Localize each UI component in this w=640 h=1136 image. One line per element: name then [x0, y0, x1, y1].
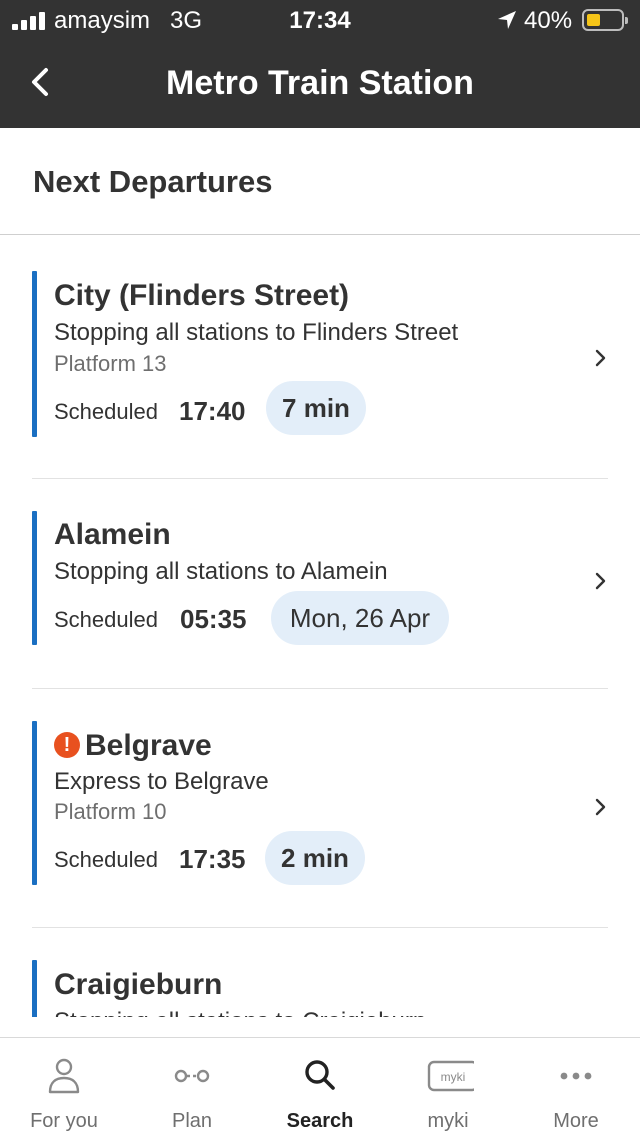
- scheduled-time: 17:35: [179, 844, 246, 874]
- countdown-pill: 7 min: [266, 381, 366, 435]
- destination-name: Craigieburn: [54, 968, 223, 1001]
- tab-label: For you: [30, 1110, 98, 1132]
- myki-card-text: myki: [441, 1070, 466, 1084]
- scheduled-time: 05:35: [180, 604, 247, 634]
- departure-card[interactable]: City (Flinders Street) Stopping all stat…: [32, 271, 608, 437]
- scheduled-label: Scheduled: [54, 399, 158, 424]
- person-icon: [48, 1058, 80, 1094]
- tab-bar: For you Plan Search myki myki More: [0, 1037, 640, 1136]
- myki-card-icon: myki: [427, 1060, 474, 1092]
- search-icon: [305, 1060, 335, 1090]
- platform-label: Platform 13: [54, 351, 167, 376]
- service-description: Express to Belgrave: [54, 768, 269, 795]
- route-icon: [174, 1069, 210, 1083]
- top-bar: amaysim 3G 17:34 40% Metro Train Station: [0, 0, 640, 128]
- departures-list[interactable]: City (Flinders Street) Stopping all stat…: [0, 235, 640, 1017]
- location-arrow-icon: [498, 11, 516, 29]
- line-color-bar: [32, 960, 37, 1017]
- divider: [32, 927, 608, 928]
- countdown-pill: 2 min: [265, 831, 365, 885]
- departure-card[interactable]: Alamein Stopping all stations to Alamein…: [32, 511, 608, 645]
- status-bar: amaysim 3G 17:34 40%: [0, 0, 640, 42]
- departure-card[interactable]: ! Belgrave Express to Belgrave Platform …: [32, 721, 608, 885]
- section-title: Next Departures: [33, 164, 273, 199]
- tab-plan[interactable]: Plan: [128, 1038, 256, 1136]
- line-color-bar: [32, 271, 37, 437]
- battery-icon: [582, 9, 628, 31]
- platform-label: Platform 10: [54, 799, 167, 824]
- tab-label: More: [553, 1110, 599, 1132]
- tab-more[interactable]: More: [512, 1038, 640, 1136]
- more-dots-icon: [560, 1072, 592, 1080]
- scheduled-label: Scheduled: [54, 847, 158, 872]
- page-title: Metro Train Station: [166, 64, 474, 102]
- tab-label: myki: [427, 1110, 469, 1132]
- alert-icon: !: [54, 732, 80, 758]
- tab-myki[interactable]: myki myki: [384, 1038, 512, 1136]
- scheduled-label: Scheduled: [54, 607, 158, 632]
- destination-name: Alamein: [54, 518, 171, 551]
- departure-date-pill: Mon, 26 Apr: [271, 591, 449, 645]
- tab-label: Search: [286, 1110, 354, 1132]
- destination-name: City (Flinders Street): [54, 279, 350, 312]
- tab-search[interactable]: Search: [256, 1038, 384, 1136]
- divider: [32, 478, 608, 479]
- chevron-right-icon: [595, 349, 606, 367]
- departure-card[interactable]: Craigieburn Stopping all stations to Cra…: [32, 960, 608, 1017]
- chevron-right-icon: [595, 572, 606, 590]
- tab-for-you[interactable]: For you: [0, 1038, 128, 1136]
- battery-percentage: 40%: [524, 7, 573, 34]
- line-color-bar: [32, 721, 37, 885]
- service-description: Stopping all stations to Alamein: [54, 558, 388, 585]
- line-color-bar: [32, 511, 37, 645]
- tab-label: Plan: [171, 1110, 213, 1132]
- divider: [32, 688, 608, 689]
- service-description: Stopping all stations to Craigieburn: [54, 1008, 426, 1017]
- chevron-right-icon: [595, 798, 606, 816]
- service-description: Stopping all stations to Flinders Street: [54, 319, 459, 346]
- scheduled-time: 17:40: [179, 396, 246, 426]
- destination-name: Belgrave: [85, 729, 212, 762]
